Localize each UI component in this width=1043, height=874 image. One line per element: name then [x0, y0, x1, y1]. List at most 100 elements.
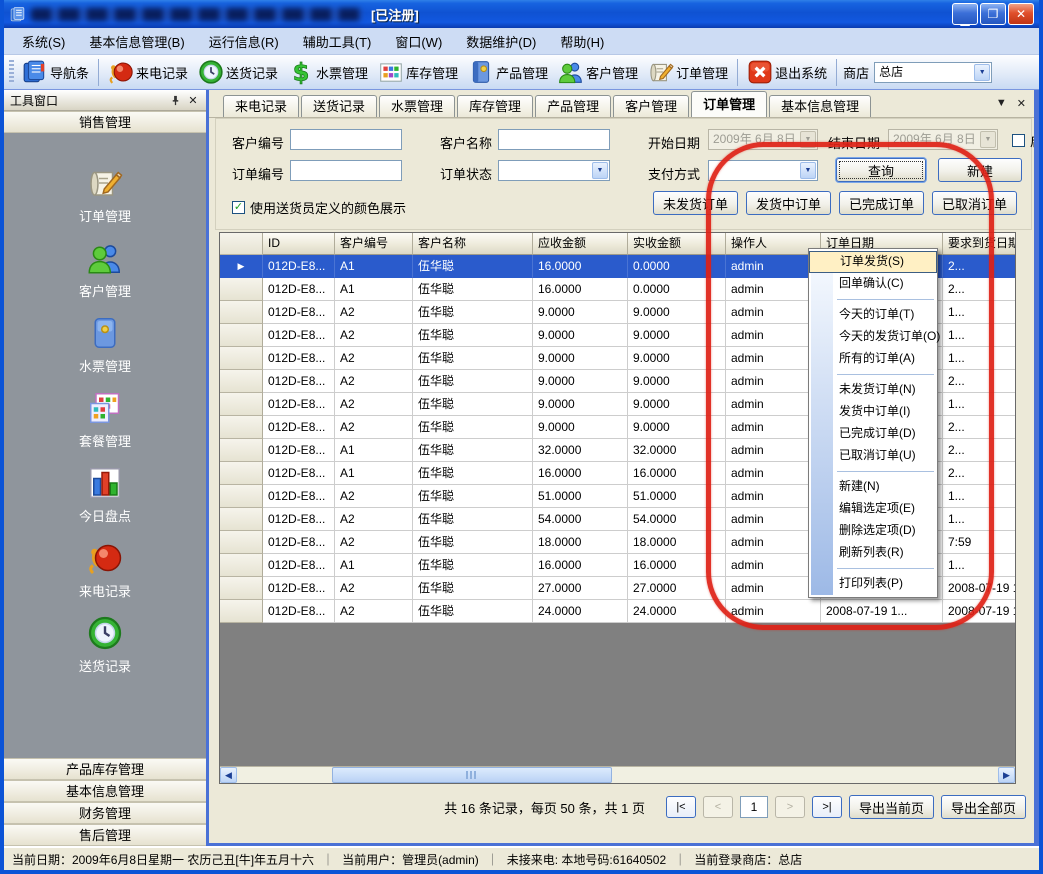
tab-送货记录[interactable]: 送货记录 [301, 95, 377, 117]
toolbar-button-库存管理[interactable]: 库存管理 [373, 57, 463, 87]
row-selector[interactable] [220, 554, 263, 577]
tab-客户管理[interactable]: 客户管理 [613, 95, 689, 117]
row-selector[interactable] [220, 600, 263, 623]
toolbar-button-退出系统[interactable]: 退出系统 [742, 57, 832, 87]
context-menu-item-删除选定项(D)[interactable]: 删除选定项(D) [809, 520, 937, 542]
tab-订单管理[interactable]: 订单管理 [691, 91, 767, 117]
context-menu-item-已取消订单(U)[interactable]: 已取消订单(U) [809, 445, 937, 467]
row-selector[interactable] [220, 485, 263, 508]
grid-header-操作人[interactable]: 操作人 [726, 233, 821, 255]
row-selector[interactable] [220, 347, 263, 370]
horizontal-scrollbar[interactable]: ◀ ▶ [220, 766, 1015, 783]
order-status-combo[interactable]: ▼ [498, 160, 610, 181]
status-button-已取消订单[interactable]: 已取消订单 [932, 191, 1017, 215]
grid-header-要求到货日期[interactable]: 要求到货日期 [943, 233, 1016, 255]
pin-icon[interactable] [168, 93, 182, 107]
customer-name-input[interactable] [498, 129, 610, 150]
sidebar-item-客户管理[interactable]: 客户管理 [79, 240, 131, 300]
sidebar-item-来电记录[interactable]: 来电记录 [79, 540, 131, 600]
next-page-button[interactable]: > [775, 796, 805, 818]
sidebar-group-基本信息管理[interactable]: 基本信息管理 [4, 780, 206, 802]
context-menu-item-打印列表(P)[interactable]: 打印列表(P) [809, 573, 937, 595]
tab-产品管理[interactable]: 产品管理 [535, 95, 611, 117]
row-selector[interactable] [220, 416, 263, 439]
scroll-left-icon[interactable]: ◀ [220, 767, 237, 783]
tab-水票管理[interactable]: 水票管理 [379, 95, 455, 117]
toolbar-button-来电记录[interactable]: 来电记录 [103, 57, 193, 87]
row-selector[interactable] [220, 370, 263, 393]
grid-header-应收金额[interactable]: 应收金额 [533, 233, 628, 255]
chevron-down-icon[interactable]: ▼ [974, 64, 990, 81]
chevron-down-icon[interactable]: ▼ [592, 162, 608, 179]
sidebar-item-套餐管理[interactable]: 套餐管理 [79, 390, 131, 450]
status-button-未发货订单[interactable]: 未发货订单 [653, 191, 738, 215]
sidebar-item-订单管理[interactable]: 订单管理 [79, 165, 131, 225]
tab-close-icon[interactable]: ✕ [1017, 97, 1026, 110]
row-selector[interactable]: ▶ [220, 255, 263, 278]
minimize-button[interactable]: ▁ [952, 3, 978, 25]
context-menu-item-今天的订单(T)[interactable]: 今天的订单(T) [809, 304, 937, 326]
tab-list-dropdown-icon[interactable]: ▼ [996, 97, 1007, 110]
scrollbar-thumb[interactable] [332, 767, 612, 783]
toolbar-button-产品管理[interactable]: 产品管理 [463, 57, 553, 87]
scroll-right-icon[interactable]: ▶ [998, 767, 1015, 783]
row-selector[interactable] [220, 577, 263, 600]
grid-header-客户编号[interactable]: 客户编号 [335, 233, 413, 255]
row-selector[interactable] [220, 462, 263, 485]
context-menu-item-发货中订单(I)[interactable]: 发货中订单(I) [809, 401, 937, 423]
checkbox-checked-icon[interactable]: ✓ [232, 201, 245, 214]
row-selector[interactable] [220, 393, 263, 416]
status-button-发货中订单[interactable]: 发货中订单 [746, 191, 831, 215]
menu-item-4[interactable]: 窗口(W) [383, 29, 454, 54]
menu-item-3[interactable]: 辅助工具(T) [291, 29, 384, 54]
toolbar-button-客户管理[interactable]: 客户管理 [553, 57, 643, 87]
deliveryman-color-checkbox[interactable]: ✓ 使用送货员定义的颜色展示 [232, 198, 406, 217]
prev-page-button[interactable]: < [703, 796, 733, 818]
query-button[interactable]: 查询 [836, 158, 926, 182]
grid-header-实收金额[interactable]: 实收金额 [628, 233, 726, 255]
sidebar-group-sales[interactable]: 销售管理 [4, 111, 206, 133]
tab-来电记录[interactable]: 来电记录 [223, 95, 299, 117]
toolbar-button-导航条[interactable]: 导航条 [17, 57, 94, 87]
context-menu-item-未发货订单(N)[interactable]: 未发货订单(N) [809, 379, 937, 401]
tab-基本信息管理[interactable]: 基本信息管理 [769, 95, 871, 117]
sidebar-group-财务管理[interactable]: 财务管理 [4, 802, 206, 824]
row-selector[interactable] [220, 508, 263, 531]
sidebar-group-产品库存管理[interactable]: 产品库存管理 [4, 758, 206, 780]
toolbar-button-送货记录[interactable]: 送货记录 [193, 57, 283, 87]
row-selector[interactable] [220, 531, 263, 554]
sidebar-item-今日盘点[interactable]: 今日盘点 [79, 465, 131, 525]
row-selector[interactable] [220, 439, 263, 462]
context-menu-item-回单确认(C)[interactable]: 回单确认(C) [809, 273, 937, 295]
sidebar-item-水票管理[interactable]: 水票管理 [79, 315, 131, 375]
menu-item-1[interactable]: 基本信息管理(B) [77, 29, 196, 54]
sidebar-group-售后管理[interactable]: 售后管理 [4, 824, 206, 846]
tab-库存管理[interactable]: 库存管理 [457, 95, 533, 117]
row-selector[interactable] [220, 301, 263, 324]
pay-method-combo[interactable]: ▼ [708, 160, 818, 181]
grid-header-客户名称[interactable]: 客户名称 [413, 233, 533, 255]
toolbar-button-订单管理[interactable]: 订单管理 [643, 57, 733, 87]
context-menu-item-新建(N)[interactable]: 新建(N) [809, 476, 937, 498]
tool-window-close-icon[interactable]: ✕ [186, 93, 200, 107]
first-page-button[interactable]: |< [666, 796, 696, 818]
context-menu-item-编辑选定项(E)[interactable]: 编辑选定项(E) [809, 498, 937, 520]
grid-header-ID[interactable]: ID [263, 233, 335, 255]
maximize-button[interactable]: ❐ [980, 3, 1006, 25]
context-menu-item-所有的订单(A)[interactable]: 所有的订单(A) [809, 348, 937, 370]
shop-combo[interactable]: 总店 ▼ [874, 62, 992, 83]
customer-no-input[interactable] [290, 129, 402, 150]
enable-date-checkbox[interactable]: 启用 [1012, 131, 1039, 150]
context-menu-item-今天的发货订单(O)[interactable]: 今天的发货订单(O) [809, 326, 937, 348]
menu-item-0[interactable]: 系统(S) [10, 29, 77, 54]
checkbox-unchecked-icon[interactable] [1012, 134, 1025, 147]
close-button[interactable]: ✕ [1008, 3, 1034, 25]
order-no-input[interactable] [290, 160, 402, 181]
toolbar-grip[interactable] [9, 60, 14, 84]
row-selector[interactable] [220, 324, 263, 347]
context-menu-item-已完成订单(D)[interactable]: 已完成订单(D) [809, 423, 937, 445]
menu-item-2[interactable]: 运行信息(R) [197, 29, 291, 54]
sidebar-item-送货记录[interactable]: 送货记录 [79, 615, 131, 675]
last-page-button[interactable]: >| [812, 796, 842, 818]
page-number-box[interactable]: 1 [740, 796, 768, 818]
